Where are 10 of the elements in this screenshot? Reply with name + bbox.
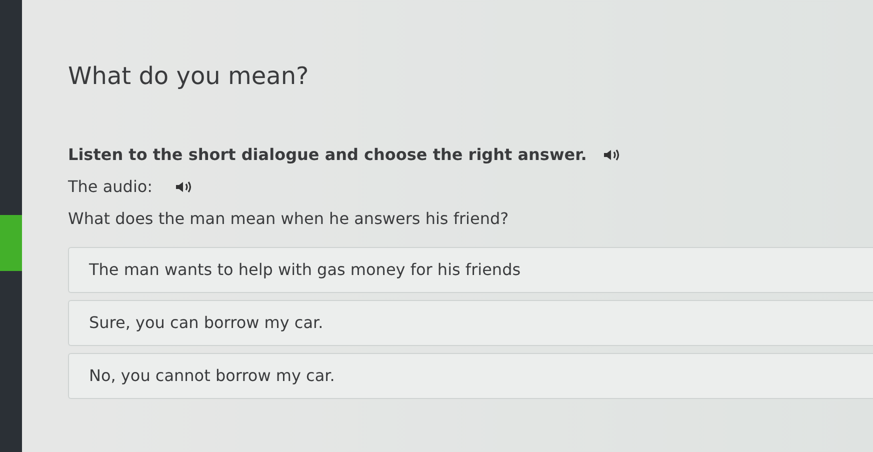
speaker-icon[interactable] <box>174 180 193 194</box>
answer-option[interactable]: Sure, you can borrow my car. <box>68 300 873 346</box>
instruction-text: Listen to the short dialogue and choose the right answer. <box>68 144 587 166</box>
question-text: What does the man mean when he answers his friend? <box>68 208 510 230</box>
speaker-icon[interactable] <box>602 148 621 162</box>
progress-marker <box>0 215 22 271</box>
audio-label: The audio: <box>68 176 153 198</box>
answer-option[interactable]: No, you cannot borrow my car. <box>68 352 873 399</box>
answer-option[interactable]: The man wants to help with gas money for his friends <box>68 246 873 293</box>
question-title: What do you mean? <box>68 62 310 91</box>
